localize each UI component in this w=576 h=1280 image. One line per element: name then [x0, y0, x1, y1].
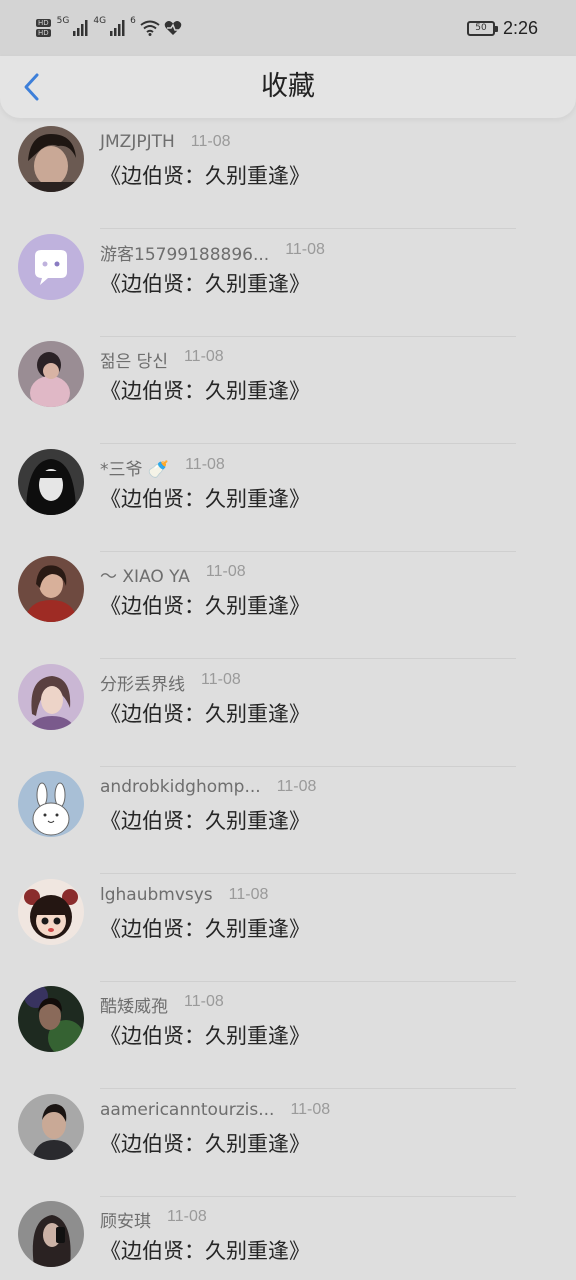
- timestamp: 11-08: [276, 778, 317, 795]
- favorite-title[interactable]: 《边伯贤：久别重逢》: [100, 160, 310, 190]
- timestamp: 11-08: [167, 1208, 207, 1225]
- avatar[interactable]: [18, 1093, 84, 1160]
- favorite-title[interactable]: 《边伯贤：久别重逢》: [100, 1235, 310, 1265]
- timestamp: 11-08: [285, 240, 325, 258]
- avatar[interactable]: [18, 341, 84, 407]
- favorite-title[interactable]: 《边伯贤：久别重逢》: [100, 805, 310, 835]
- list-item[interactable]: JMZJPJTH 11-08 《边伯贤：久别重逢》: [0, 122, 576, 229]
- avatar[interactable]: [18, 1201, 84, 1267]
- favorite-title[interactable]: 《边伯贤：久别重逢》: [100, 698, 310, 728]
- list-item[interactable]: 젊은 당신 11-08 《边伯贤：久别重逢》: [0, 337, 576, 444]
- battery-level: 50: [475, 23, 487, 33]
- username: 分形丢界线: [100, 674, 185, 695]
- sim-badges: HD HD: [36, 19, 51, 37]
- timestamp: 11-08: [290, 1100, 331, 1118]
- list-item[interactable]: 酷矮威孢 11-08 《边伯贤：久别重逢》: [0, 982, 576, 1089]
- nav-bar: 收藏: [0, 56, 576, 118]
- favorites-list: JMZJPJTH 11-08 《边伯贤：久别重逢》 游客15799188896... 1…: [0, 118, 576, 1280]
- username: JMZJPJTH: [100, 132, 175, 152]
- wifi-label: 6: [130, 16, 136, 26]
- avatar[interactable]: [18, 771, 84, 837]
- timestamp: 11-08: [228, 885, 269, 903]
- avatar[interactable]: [18, 556, 84, 622]
- list-item[interactable]: *三爷 🍼 11-08 《边伯贤：久别重逢》: [0, 445, 576, 552]
- avatar[interactable]: [18, 448, 84, 515]
- network-5g-label: 5G: [56, 16, 70, 26]
- username: ～ XIAO YA: [100, 567, 190, 587]
- back-button[interactable]: [14, 66, 50, 108]
- timestamp: 11-08: [185, 455, 225, 473]
- favorite-title[interactable]: 《边伯贤：久别重逢》: [100, 268, 310, 298]
- username: 酷矮威孢: [100, 997, 168, 1017]
- username: 젊은 당신: [100, 352, 168, 372]
- username: androbkidghomp...: [100, 777, 261, 797]
- favorite-title[interactable]: 《边伯贤：久别重逢》: [100, 913, 310, 943]
- page-title: 收藏: [261, 71, 315, 102]
- list-item[interactable]: aamericanntourzis... 11-08 《边伯贤：久别重逢》: [0, 1090, 576, 1197]
- avatar[interactable]: [18, 663, 84, 730]
- favorite-title[interactable]: 《边伯贤：久别重逢》: [100, 590, 310, 620]
- timestamp: 11-08: [183, 348, 224, 365]
- list-item[interactable]: 分形丢界线 11-08 《边伯贤：久别重逢》: [0, 660, 576, 767]
- signal-icon: [73, 20, 88, 36]
- avatar[interactable]: [18, 126, 84, 192]
- heartbeat-icon: [164, 21, 182, 35]
- network-4g-label: 4G: [93, 16, 107, 26]
- favorite-title[interactable]: 《边伯贤：久别重逢》: [100, 1128, 310, 1158]
- favorite-title[interactable]: 《边伯贤：久别重逢》: [100, 483, 310, 513]
- timestamp: 11-08: [184, 993, 224, 1010]
- timestamp: 11-08: [190, 133, 231, 150]
- battery-icon: 50: [466, 20, 498, 36]
- username: *三爷 🍼: [100, 459, 170, 480]
- list-item[interactable]: androbkidghomp... 11-08 《边伯贤：久别重逢》: [0, 767, 576, 874]
- list-item[interactable]: ～ XIAO YA 11-08 《边伯贤：久别重逢》: [0, 552, 576, 659]
- status-icons-right: 50 2:26: [466, 14, 538, 42]
- sim2-badge: HD: [36, 29, 51, 37]
- chevron-left-icon: [24, 73, 39, 101]
- avatar[interactable]: [18, 986, 84, 1052]
- status-time: 2:26: [502, 17, 538, 38]
- wifi-icon: [140, 20, 160, 36]
- username: aamericanntourzis...: [100, 1099, 275, 1120]
- timestamp: 11-08: [205, 563, 246, 580]
- avatar[interactable]: [18, 233, 84, 300]
- favorite-title[interactable]: 《边伯贤：久别重逢》: [100, 1020, 310, 1050]
- username: 顾安琪: [100, 1212, 151, 1232]
- list-item[interactable]: 顾安琪 11-08 《边伯贤：久别重逢》: [0, 1197, 576, 1280]
- list-item[interactable]: lghaubmvsys 11-08 《边伯贤：久别重逢》: [0, 875, 576, 982]
- favorite-title[interactable]: 《边伯贤：久别重逢》: [100, 375, 310, 405]
- status-icons-left: HD HD 5G 4G 6: [36, 14, 182, 42]
- list-item[interactable]: 游客15799188896... 11-08 《边伯贤：久别重逢》: [0, 230, 576, 337]
- username: lghaubmvsys: [100, 884, 213, 905]
- avatar[interactable]: [18, 878, 84, 945]
- signal-icon: [110, 20, 125, 36]
- status-bar: HD HD 5G 4G 6 50 2:26: [0, 0, 576, 56]
- timestamp: 11-08: [201, 670, 241, 688]
- username: 游客15799188896...: [100, 244, 270, 265]
- sim1-badge: HD: [36, 19, 51, 27]
